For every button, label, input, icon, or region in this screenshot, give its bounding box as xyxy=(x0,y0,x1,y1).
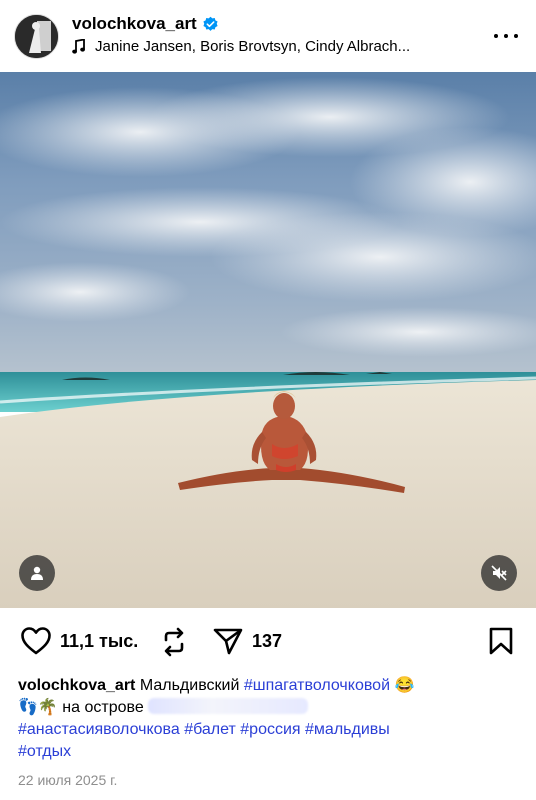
like-count[interactable]: 11,1 тыс. xyxy=(60,631,138,652)
beach-photo xyxy=(0,72,536,608)
save-button[interactable] xyxy=(487,626,515,656)
caption-text: Мальдивский xyxy=(139,677,240,694)
hashtag-link[interactable]: #балет xyxy=(184,721,236,738)
feet-palm-emoji: 👣🌴 xyxy=(18,699,58,716)
share-button[interactable]: 137 xyxy=(212,626,282,656)
share-count[interactable]: 137 xyxy=(252,631,282,652)
username[interactable]: volochkova_art xyxy=(72,14,219,34)
hashtag-link[interactable]: #отдых xyxy=(18,743,71,760)
post-caption: volochkova_art Мальдивский #шпагатволочк… xyxy=(18,675,523,763)
avatar[interactable] xyxy=(14,14,59,59)
music-note-icon xyxy=(72,39,85,54)
verified-badge-icon xyxy=(203,16,218,31)
laugh-emoji: 😂 xyxy=(394,677,415,694)
hashtag-link[interactable]: #мальдивы xyxy=(305,721,390,738)
music-attribution[interactable]: Janine Jansen, Boris Brovtsyn, Cindy Alb… xyxy=(72,38,410,56)
more-dots-icon[interactable] xyxy=(494,26,518,46)
repost-button[interactable] xyxy=(158,626,190,658)
music-text[interactable]: Janine Jansen, Boris Brovtsyn, Cindy Alb… xyxy=(95,38,410,56)
hashtag-link[interactable]: #шпагатволочковой xyxy=(244,677,390,694)
hashtag-link[interactable]: #россия xyxy=(240,721,300,738)
repost-icon[interactable] xyxy=(158,626,190,658)
post-header: volochkova_art Janine Jansen, Boris Brov… xyxy=(0,0,536,72)
speaker-muted-icon[interactable] xyxy=(481,555,517,591)
post-image[interactable] xyxy=(0,72,536,608)
action-bar: 11,1 тыс. 137 xyxy=(0,620,536,664)
caption-username[interactable]: volochkova_art xyxy=(18,677,135,694)
hashtag-link[interactable]: #анастасияволочкова xyxy=(18,721,180,738)
bookmark-icon[interactable] xyxy=(487,626,515,656)
like-button[interactable]: 11,1 тыс. xyxy=(20,626,138,656)
caption-text: на острове xyxy=(62,699,144,716)
username-text[interactable]: volochkova_art xyxy=(72,14,197,34)
heart-icon[interactable] xyxy=(20,626,52,656)
blurred-mention xyxy=(148,698,309,714)
post-date: 22 июля 2025 г. xyxy=(18,772,118,788)
paper-plane-icon[interactable] xyxy=(212,626,244,656)
person-tag-icon[interactable] xyxy=(19,555,55,591)
